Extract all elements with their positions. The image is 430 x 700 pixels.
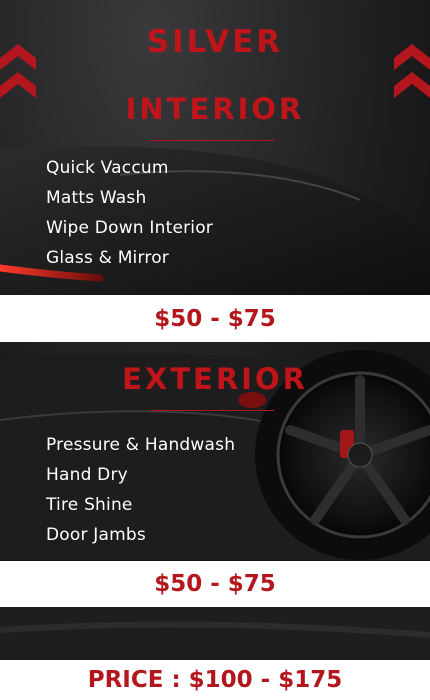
list-item: Tire Shine	[46, 495, 133, 515]
exterior-price: $50 - $75	[154, 571, 276, 597]
exterior-list: Pressure & Handwash Hand Dry Tire Shine …	[46, 430, 235, 550]
interior-list: Quick Vaccum Matts Wash Wipe Down Interi…	[46, 153, 213, 273]
list-item: Hand Dry	[46, 465, 128, 485]
list-item: Matts Wash	[46, 188, 147, 208]
package-title: SILVER	[146, 24, 284, 60]
list-item: Glass & Mirror	[46, 248, 169, 268]
interior-divider	[150, 140, 274, 141]
interior-price: $50 - $75	[154, 305, 276, 332]
list-item: Wipe Down Interior	[46, 218, 214, 238]
exterior-price-band: $50 - $75	[0, 561, 430, 607]
exterior-divider	[150, 410, 274, 411]
interior-price-band: $50 - $75	[0, 295, 430, 342]
interior-heading: INTERIOR	[125, 92, 305, 126]
list-item: Quick Vaccum	[46, 158, 169, 178]
exterior-heading: EXTERIOR	[122, 362, 308, 396]
list-item: Door Jambs	[46, 525, 146, 545]
total-price: PRICE : $100 - $175	[87, 667, 343, 693]
list-item: Pressure & Handwash	[46, 435, 236, 455]
total-price-band: PRICE : $100 - $175	[0, 660, 430, 700]
